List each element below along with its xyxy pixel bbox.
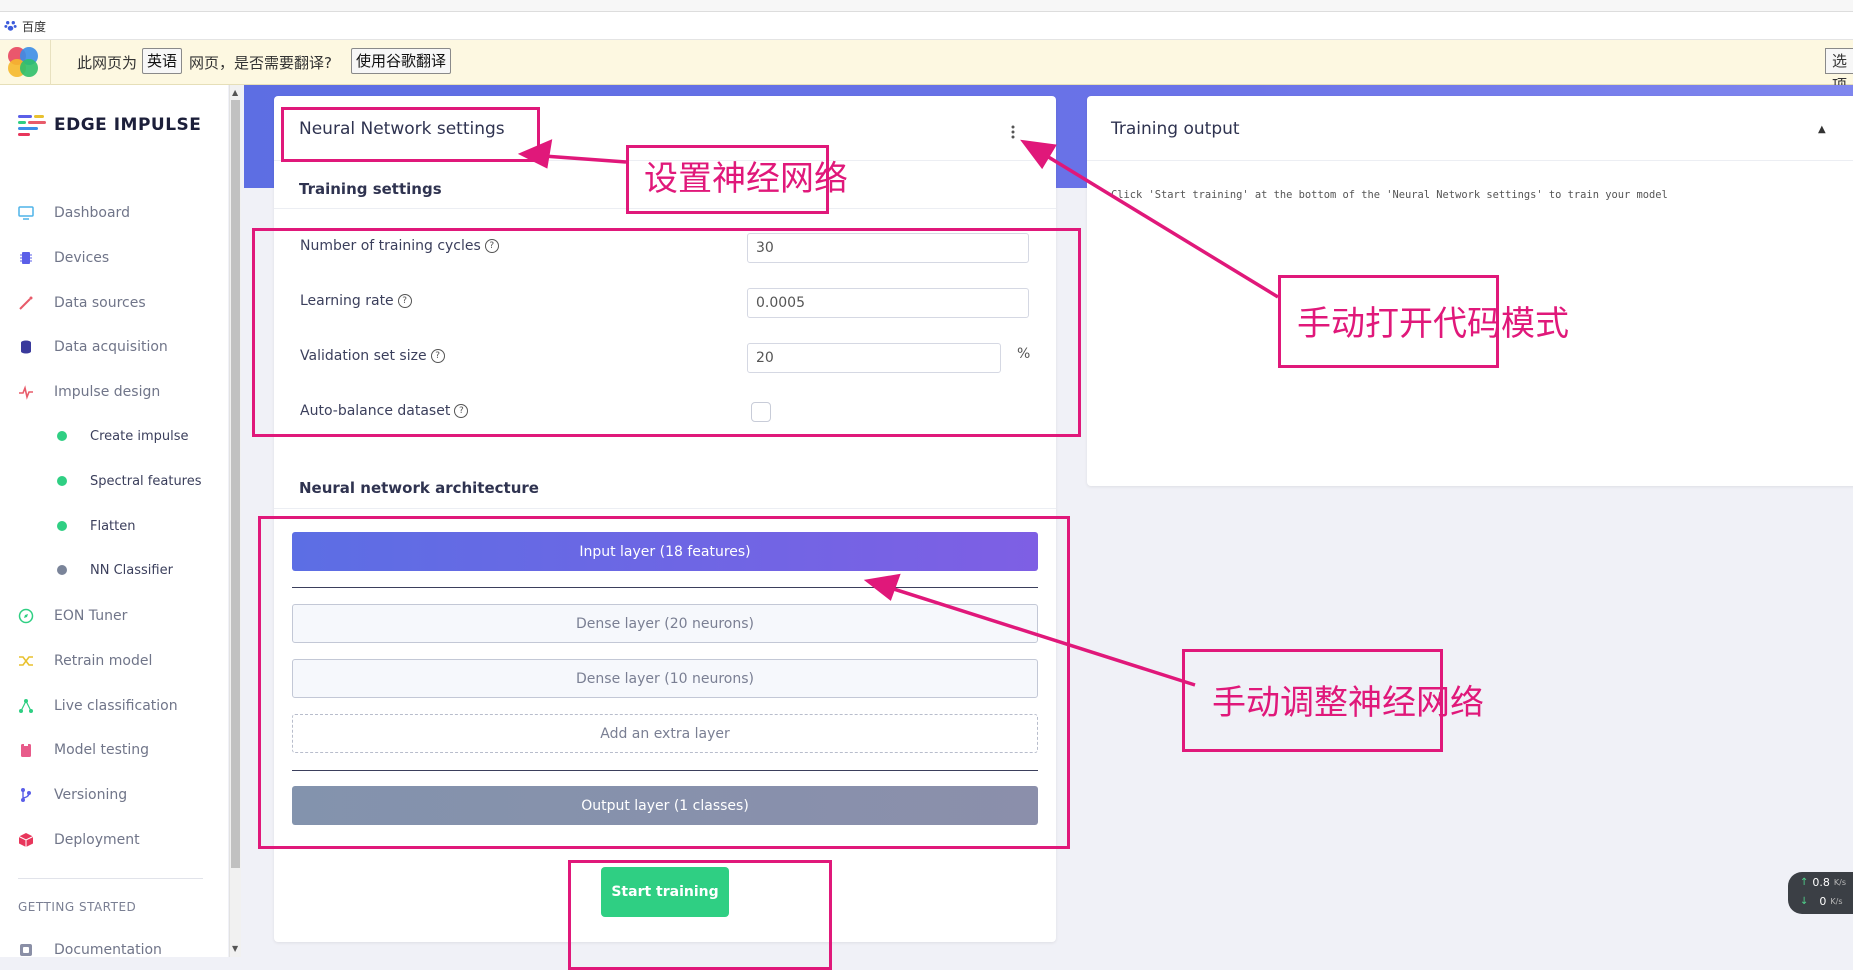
download-speed: 0: [1819, 895, 1827, 908]
network-speed-widget: ↑ 0.8 K/s ↓ 0 K/s: [1788, 872, 1853, 914]
download-arrow-icon: ↓: [1800, 896, 1809, 907]
upload-speed: 0.8: [1812, 876, 1830, 889]
upload-arrow-icon: ↑: [1800, 877, 1809, 888]
download-speed-unit: K/s: [1830, 897, 1843, 906]
annotation-arrows: [517, 139, 1279, 687]
upload-speed-unit: K/s: [1833, 878, 1846, 887]
